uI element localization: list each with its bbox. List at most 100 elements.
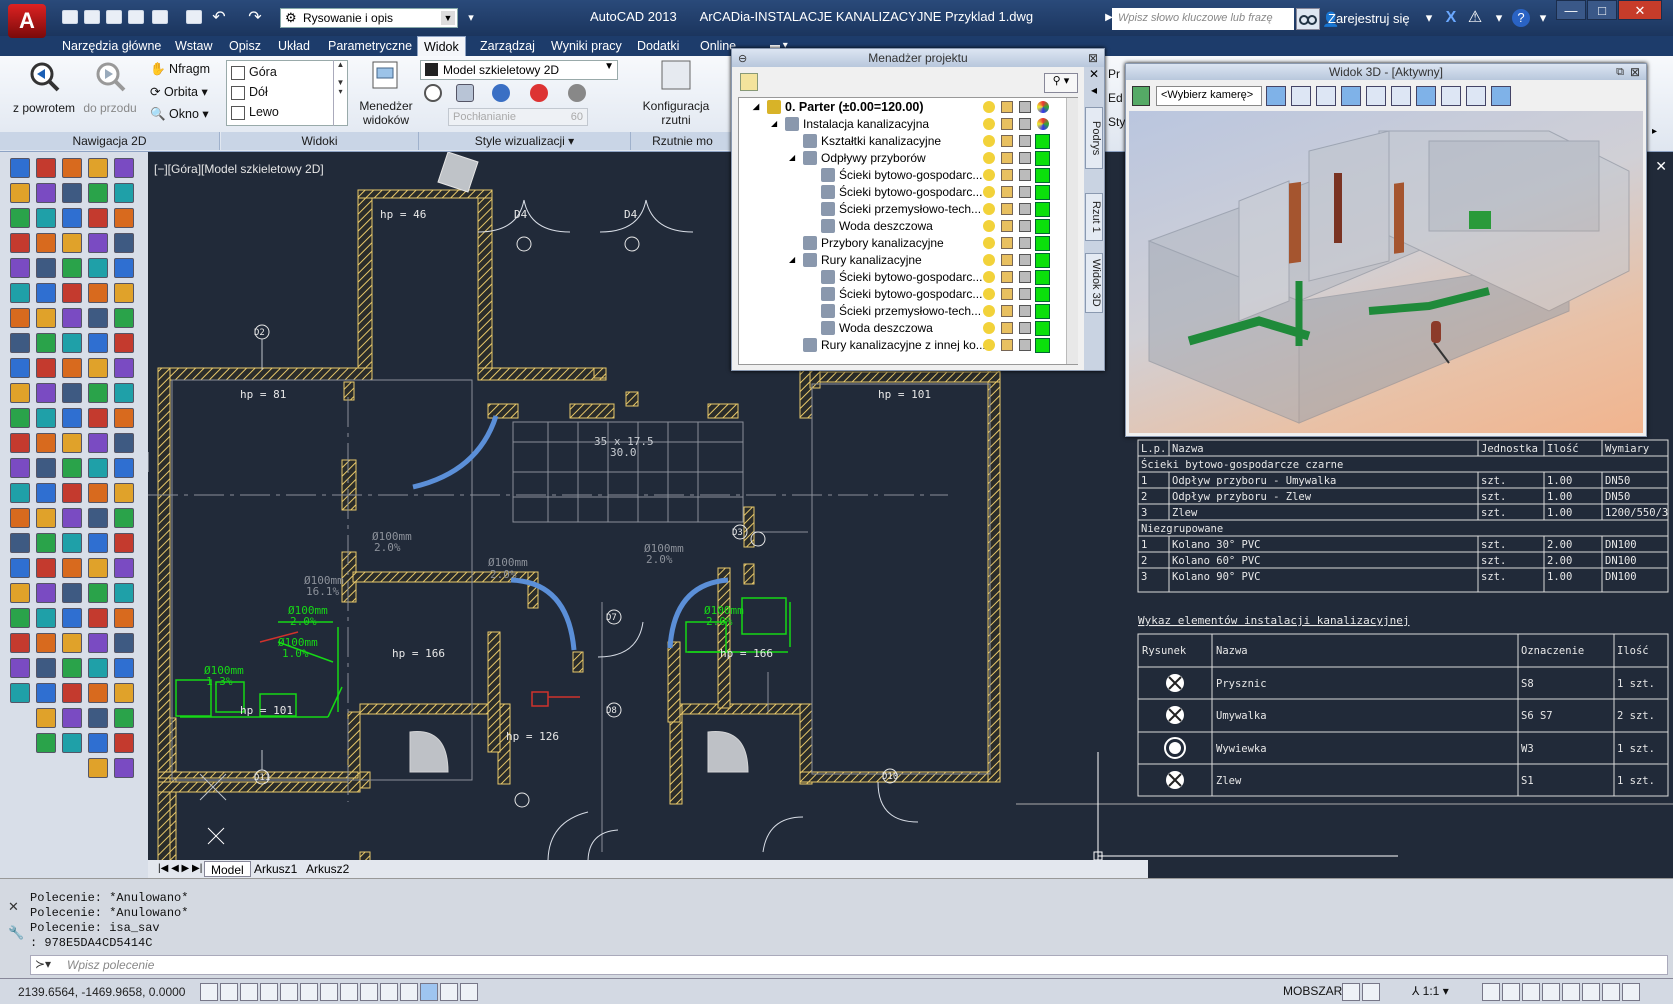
arc-icon[interactable] — [36, 208, 56, 228]
color-wheel-icon[interactable] — [1037, 118, 1049, 130]
ducs-icon[interactable] — [360, 983, 378, 1001]
lock-icon[interactable] — [1001, 135, 1013, 147]
print-icon[interactable] — [1019, 203, 1031, 215]
tree-item[interactable]: Ścieki bytowo-gospodarc... — [739, 268, 1069, 286]
hatch-icon[interactable] — [10, 283, 30, 303]
export-icon[interactable] — [1441, 86, 1461, 106]
trim-icon[interactable] — [36, 458, 56, 478]
print-icon[interactable] — [1019, 135, 1031, 147]
notification-icon[interactable] — [1602, 983, 1620, 1001]
annotation-visibility-icon[interactable] — [1482, 983, 1500, 1001]
expand-toggle-icon[interactable]: ◢ — [753, 98, 759, 116]
hatch-icon[interactable] — [36, 258, 56, 278]
hatch-icon[interactable] — [114, 583, 134, 603]
layer-color-swatch[interactable] — [1035, 304, 1050, 319]
move-icon[interactable] — [114, 283, 134, 303]
circle-icon[interactable] — [10, 208, 30, 228]
arc-icon[interactable] — [62, 183, 82, 203]
visibility-bulb-icon[interactable] — [983, 169, 995, 181]
polyline-icon[interactable] — [36, 158, 56, 178]
help-icon[interactable] — [36, 508, 56, 528]
polar-icon[interactable] — [280, 983, 298, 1001]
tree-item[interactable]: ◢ Instalacja kanalizacyjna — [739, 115, 1069, 133]
arc-icon[interactable] — [10, 633, 30, 653]
rotate-icon[interactable] — [10, 433, 30, 453]
close-icon[interactable]: ✕ — [8, 899, 24, 915]
panel-pin-icon[interactable]: ⊖ — [738, 50, 747, 68]
lock-icon[interactable] — [1001, 220, 1013, 232]
back-button[interactable]: z powrotem — [12, 60, 76, 115]
visibility-bulb-icon[interactable] — [983, 135, 995, 147]
extend-icon[interactable] — [10, 508, 30, 528]
chevron-down-icon[interactable]: ▾ — [1534, 9, 1552, 27]
tab-layout2[interactable]: Arkusz2 — [300, 861, 355, 877]
orbit-icon[interactable] — [1341, 86, 1361, 106]
tree-item[interactable]: Ścieki przemysłowo-tech... — [739, 200, 1069, 218]
text-icon[interactable] — [62, 258, 82, 278]
rectangle-icon[interactable] — [88, 583, 108, 603]
tab-layout1[interactable]: Arkusz1 — [248, 861, 303, 877]
tree-item[interactable]: Kształtki kanalizacyjne — [739, 132, 1069, 150]
text-icon[interactable] — [114, 208, 134, 228]
polyline-icon[interactable] — [114, 483, 134, 503]
lock-icon[interactable] — [1001, 101, 1013, 113]
auto-scale-icon[interactable] — [1502, 983, 1520, 1001]
tree-item[interactable]: Rury kanalizacyjne z innej ko... — [739, 336, 1069, 354]
text-icon[interactable] — [88, 633, 108, 653]
pin-icon[interactable]: ◂ — [1086, 83, 1102, 97]
copy-icon[interactable] — [114, 708, 134, 728]
close-viewport-icon[interactable]: ✕ — [1655, 158, 1667, 175]
lock-icon[interactable] — [1001, 237, 1013, 249]
view-bottom[interactable]: Dół — [231, 82, 268, 102]
visual-style-dropdown[interactable]: Model szkieletowy 2D ▼ — [420, 60, 618, 80]
rotate-icon[interactable] — [62, 383, 82, 403]
dyn-icon[interactable] — [380, 983, 398, 1001]
lock-icon[interactable] — [1001, 339, 1013, 351]
print-icon[interactable] — [1019, 254, 1031, 266]
rectangle-icon[interactable] — [62, 608, 82, 628]
close-panel-icon[interactable]: ⊠ — [1088, 49, 1098, 67]
stay-connected-icon[interactable]: ⚠ — [1466, 9, 1484, 27]
viewport-config-button[interactable]: Konfiguracja rzutni — [636, 58, 716, 127]
command-input[interactable]: ≻▾ Wpisz polecenie — [30, 955, 1668, 975]
layer-icon[interactable] — [62, 308, 82, 328]
rotate-icon[interactable] — [114, 733, 134, 753]
layer-icon[interactable] — [88, 683, 108, 703]
dimension-icon[interactable] — [36, 708, 56, 728]
circle-icon[interactable] — [62, 158, 82, 178]
workspace-dropdown[interactable]: ⚙ Rysowanie i opis ▼ — [280, 8, 458, 28]
polyline-icon[interactable] — [88, 508, 108, 528]
tree-item[interactable]: ◢ Odpływy przyborów — [739, 149, 1069, 167]
shadows-icon[interactable] — [456, 84, 474, 102]
extend-icon[interactable] — [36, 483, 56, 503]
lineweight-icon[interactable] — [400, 983, 418, 1001]
clean-screen-icon[interactable] — [1622, 983, 1640, 1001]
dimension-icon[interactable] — [114, 233, 134, 253]
layer-color-swatch[interactable] — [1035, 321, 1050, 336]
view-left[interactable]: Lewo — [231, 102, 279, 122]
rotate-icon[interactable] — [114, 333, 134, 353]
circle-icon[interactable] — [88, 533, 108, 553]
3dosnap-icon[interactable] — [320, 983, 338, 1001]
layer-color-swatch[interactable] — [1035, 134, 1050, 149]
dimension-icon[interactable] — [36, 308, 56, 328]
workspace-switch-icon[interactable] — [1522, 983, 1540, 1001]
tab-output[interactable]: Wyniki pracy — [545, 36, 628, 56]
print-icon[interactable] — [1019, 169, 1031, 181]
color-wheel-icon[interactable] — [1037, 101, 1049, 113]
maximize-button[interactable]: □ — [1587, 0, 1617, 20]
views-scroll[interactable]: ▲ ▼ ▾ — [333, 60, 347, 126]
move-icon[interactable] — [10, 383, 30, 403]
arc-icon[interactable] — [62, 583, 82, 603]
lock-icon[interactable] — [1542, 983, 1560, 1001]
layer-color-swatch[interactable] — [1035, 219, 1050, 234]
circle-icon[interactable] — [114, 508, 134, 528]
dimension-icon[interactable] — [88, 258, 108, 278]
move-icon[interactable] — [62, 733, 82, 753]
camera-settings-icon[interactable] — [1266, 86, 1286, 106]
line-icon[interactable] — [10, 558, 30, 578]
move-icon[interactable] — [62, 333, 82, 353]
move-icon[interactable] — [1416, 86, 1436, 106]
face-style-icon[interactable] — [530, 84, 548, 102]
rotate-icon[interactable] — [88, 758, 108, 778]
